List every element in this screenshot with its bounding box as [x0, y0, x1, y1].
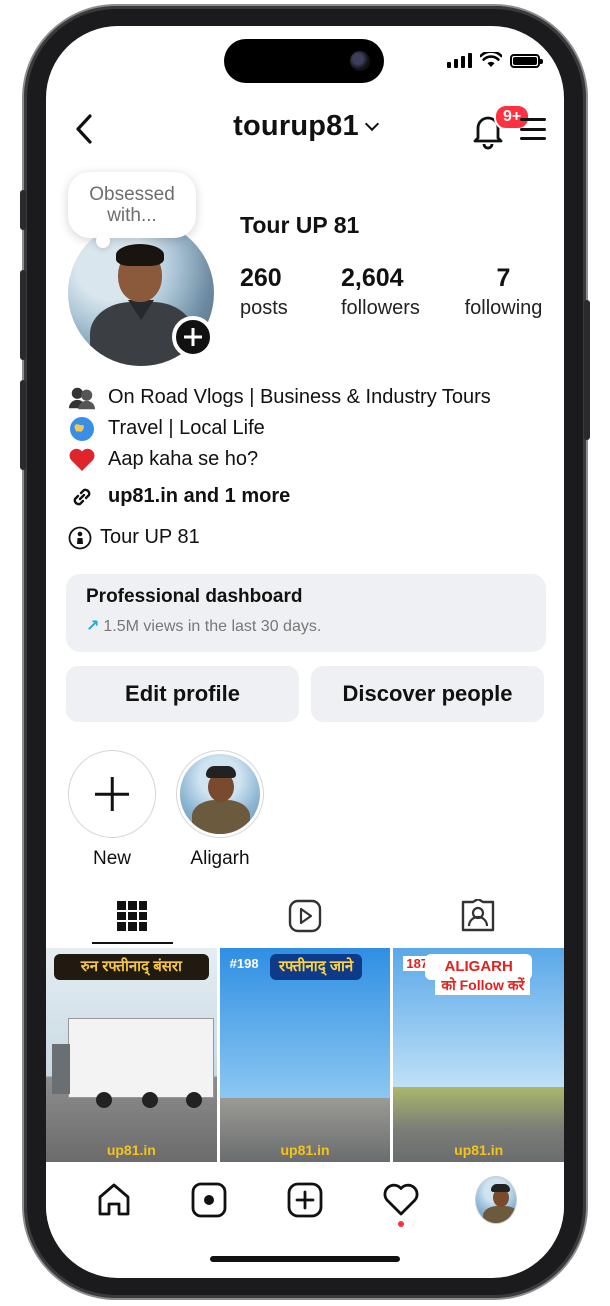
add-story-icon[interactable]: [172, 316, 214, 358]
followers-count: 2,604: [341, 264, 404, 292]
post-subtitle: को Follow करें: [435, 976, 531, 995]
username-label: tourup81: [233, 110, 359, 142]
globe-icon: [68, 415, 96, 443]
posts-count: 260: [240, 264, 282, 292]
side-button-volume-down: [20, 380, 26, 470]
post-thumbnail[interactable]: #198 रफ्तीनाद् जाने up81.in: [219, 948, 391, 1162]
trend-arrow-icon: ↗: [86, 618, 100, 635]
following-count: 7: [496, 264, 511, 292]
tagged-icon: [461, 899, 494, 932]
bio-category-text: Tour UP 81: [100, 526, 200, 548]
tab-reels[interactable]: [219, 888, 392, 944]
tab-tagged[interactable]: [391, 888, 564, 944]
home-indicator[interactable]: [210, 1256, 400, 1262]
bio-line: On Road Vlogs | Business & Industry Tour…: [68, 382, 548, 413]
followers-label: followers: [341, 297, 420, 319]
heart-icon: [68, 446, 96, 474]
bio-link-text: up81.in and 1 more: [108, 485, 291, 507]
bio-line: Travel | Local Life: [68, 413, 548, 444]
heart-outline-icon: [383, 1183, 418, 1216]
highlight-cover: [180, 754, 260, 834]
chevron-down-icon: [364, 116, 379, 132]
highlight-ring: [176, 750, 264, 838]
nav-home[interactable]: [93, 1179, 135, 1221]
people-icon: [68, 384, 96, 412]
post-number: #198: [229, 956, 259, 971]
profile-actions: Edit profile Discover people: [66, 666, 544, 722]
dynamic-island: [224, 39, 384, 83]
bio-link[interactable]: up81.in and 1 more: [68, 481, 548, 512]
highlight-new[interactable]: New: [68, 750, 156, 870]
bio-category[interactable]: Tour UP 81: [68, 522, 548, 553]
grid-icon: [117, 901, 148, 931]
bio-text: On Road Vlogs | Business & Industry Tour…: [108, 386, 491, 408]
post-banner: रुन रफ्तीनाद् बंसरा: [54, 954, 209, 980]
profile-note[interactable]: Obsessed with...: [68, 172, 196, 248]
post-watermark: up81.in: [454, 1142, 504, 1158]
bio-text: Aap kaha se ho?: [108, 448, 259, 470]
truck-image: [68, 1018, 214, 1098]
create-post-icon: [287, 1182, 323, 1218]
post-thumbnail[interactable]: रुन रफ्तीनाद् बंसरा up81.in: [46, 948, 217, 1162]
professional-dashboard[interactable]: Professional dashboard ↗ 1.5M views in th…: [66, 574, 546, 652]
tab-posts[interactable]: [46, 888, 219, 944]
dashboard-title: Professional dashboard: [86, 586, 303, 607]
bio-text: Travel | Local Life: [108, 417, 265, 439]
highlight-label: Aligarh: [190, 848, 250, 869]
posts-stat[interactable]: 260 posts: [240, 264, 341, 320]
followers-stat[interactable]: 2,604 followers: [341, 264, 457, 320]
side-button-volume-up: [20, 270, 26, 360]
edit-profile-button[interactable]: Edit profile: [66, 666, 299, 722]
link-icon: [68, 483, 96, 511]
posts-label: posts: [240, 297, 288, 319]
top-bar: tourup81 9+: [46, 104, 564, 154]
camera-icon: [350, 51, 370, 71]
battery-icon: [510, 54, 543, 68]
following-stat[interactable]: 7 following: [457, 264, 550, 320]
profile-stats: 260 posts 2,604 followers 7 following: [240, 264, 550, 320]
full-name: Tour UP 81: [240, 212, 360, 238]
nav-activity[interactable]: [380, 1179, 422, 1227]
highlight-label: New: [92, 848, 131, 869]
hamburger-menu-icon[interactable]: [520, 118, 546, 140]
discover-people-button[interactable]: Discover people: [311, 666, 544, 722]
threads-person-icon: [68, 524, 92, 552]
profile-tabs: [46, 888, 564, 944]
following-label: following: [464, 297, 543, 319]
home-icon: [98, 1183, 130, 1216]
nav-create[interactable]: [284, 1179, 326, 1221]
status-bar: [447, 52, 543, 68]
reels-icon: [288, 899, 322, 933]
post-watermark: up81.in: [280, 1142, 330, 1158]
nav-reels[interactable]: [188, 1179, 230, 1221]
highlight-aligarh[interactable]: Aligarh: [176, 750, 264, 870]
profile-bio: On Road Vlogs | Business & Industry Tour…: [68, 382, 548, 553]
screen: tourup81 9+ Obsessed with... Tour UP 81 …: [46, 26, 564, 1278]
bottom-nav: [46, 1162, 564, 1238]
story-highlights: New Aligarh: [68, 750, 264, 870]
nav-profile[interactable]: [475, 1176, 518, 1224]
profile-avatar[interactable]: [68, 220, 214, 366]
profile-avatar-icon: [475, 1176, 518, 1224]
plus-icon: [68, 750, 156, 838]
bio-line: Aap kaha se ho?: [68, 444, 548, 475]
post-watermark: up81.in: [106, 1142, 156, 1158]
dashboard-subtitle: ↗ 1.5M views in the last 30 days.: [86, 618, 322, 635]
signal-icon: [447, 52, 472, 68]
side-button-action: [20, 190, 26, 230]
activity-dot: [397, 1221, 404, 1227]
reels-nav-icon: [191, 1182, 227, 1218]
side-button-power: [584, 300, 590, 440]
wifi-icon: [480, 52, 502, 67]
post-thumbnail[interactable]: 187 ALIGARH को Follow करें up81.in: [393, 948, 564, 1162]
posts-grid: रुन रफ्तीनाद् बंसरा up81.in #198 रफ्तीना…: [46, 948, 564, 1162]
post-banner: रफ्तीनाद् जाने: [269, 954, 363, 980]
